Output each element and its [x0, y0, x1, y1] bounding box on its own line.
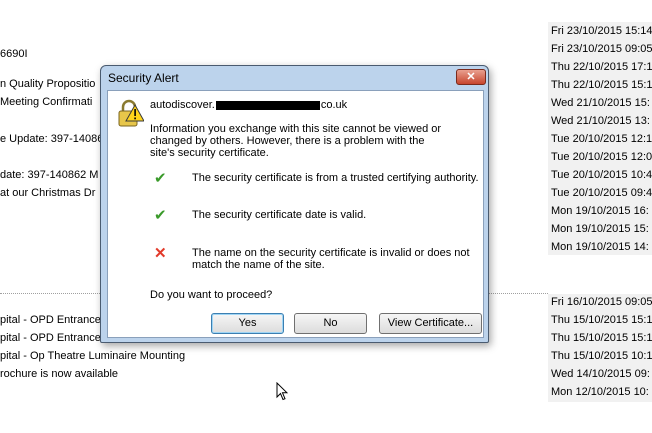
- info-text: Information you exchange with this site …: [150, 123, 442, 159]
- email-subject[interactable]: n Quality Propositio: [0, 78, 95, 91]
- dialog-title: Security Alert: [108, 71, 179, 85]
- email-date: Tue 20/10/2015 12:1: [551, 133, 652, 145]
- email-date: Fri 23/10/2015 15:14: [551, 25, 652, 37]
- email-date: Fri 23/10/2015 09:05: [551, 43, 652, 55]
- dialog-body: autodiscover. co.uk Information you excha…: [107, 90, 484, 338]
- dialog-titlebar[interactable]: Security Alert ✕: [101, 66, 488, 90]
- email-date: Wed 21/10/2015 15:: [551, 97, 650, 109]
- email-date: Mon 19/10/2015 16:: [551, 205, 649, 217]
- no-button[interactable]: No: [294, 313, 367, 334]
- yes-button[interactable]: Yes: [211, 313, 284, 334]
- email-date: Tue 20/10/2015 12:0: [551, 151, 652, 163]
- email-subject[interactable]: pital - OPD Entrance: [0, 314, 101, 327]
- close-icon: ✕: [466, 71, 476, 83]
- mouse-cursor-icon: [276, 382, 288, 401]
- email-date: Fri 16/10/2015 09:05: [551, 296, 652, 308]
- email-subject[interactable]: pital - Op Theatre Luminaire Mounting: [0, 350, 185, 363]
- error-x-icon: ✕: [154, 245, 167, 262]
- close-button[interactable]: ✕: [456, 69, 486, 85]
- email-subject[interactable]: 6690I: [0, 48, 28, 61]
- host-prefix: autodiscover.: [150, 99, 215, 111]
- check-text: The security certificate is from a trust…: [192, 172, 479, 184]
- checkmark-icon: ✔: [154, 207, 167, 224]
- proceed-question: Do you want to proceed?: [150, 289, 273, 301]
- view-certificate-button[interactable]: View Certificate...: [379, 313, 482, 334]
- security-alert-dialog: Security Alert ✕ autodiscover. co.uk Info…: [100, 65, 489, 343]
- email-date: Thu 22/10/2015 15:1: [551, 79, 652, 91]
- redaction-bar: [215, 100, 320, 110]
- email-date: Wed 21/10/2015 13:: [551, 115, 650, 127]
- email-date: Mon 19/10/2015 15:: [551, 223, 649, 235]
- email-date: Tue 20/10/2015 09:4: [551, 187, 652, 199]
- email-subject[interactable]: Meeting Confirmati: [0, 96, 92, 109]
- email-subject[interactable]: at our Christmas Dr: [0, 187, 95, 200]
- email-date: Mon 19/10/2015 14:: [551, 241, 649, 253]
- check-text: The security certificate date is valid.: [192, 209, 367, 221]
- email-date: Thu 15/10/2015 10:1: [551, 350, 652, 362]
- email-subject[interactable]: date: 397-140862 M: [0, 169, 98, 182]
- email-date: Mon 12/10/2015 10:: [551, 386, 649, 398]
- email-date: Thu 15/10/2015 15:1: [551, 314, 652, 326]
- email-subject[interactable]: e Update: 397-14086: [0, 133, 103, 146]
- email-date: Tue 20/10/2015 10:4: [551, 169, 652, 181]
- host-suffix: co.uk: [320, 99, 348, 111]
- email-subject[interactable]: pital - OPD Entrance: [0, 332, 101, 345]
- email-date: Thu 15/10/2015 15:1: [551, 332, 652, 344]
- host-name: autodiscover. co.uk: [150, 99, 347, 111]
- check-text: The name on the security certificate is …: [192, 247, 470, 271]
- lock-warning-icon: [118, 99, 144, 127]
- email-date: Thu 22/10/2015 17:1: [551, 61, 652, 73]
- checkmark-icon: ✔: [154, 170, 167, 187]
- email-subject[interactable]: rochure is now available: [0, 368, 118, 381]
- email-date: Wed 14/10/2015 09:: [551, 368, 650, 380]
